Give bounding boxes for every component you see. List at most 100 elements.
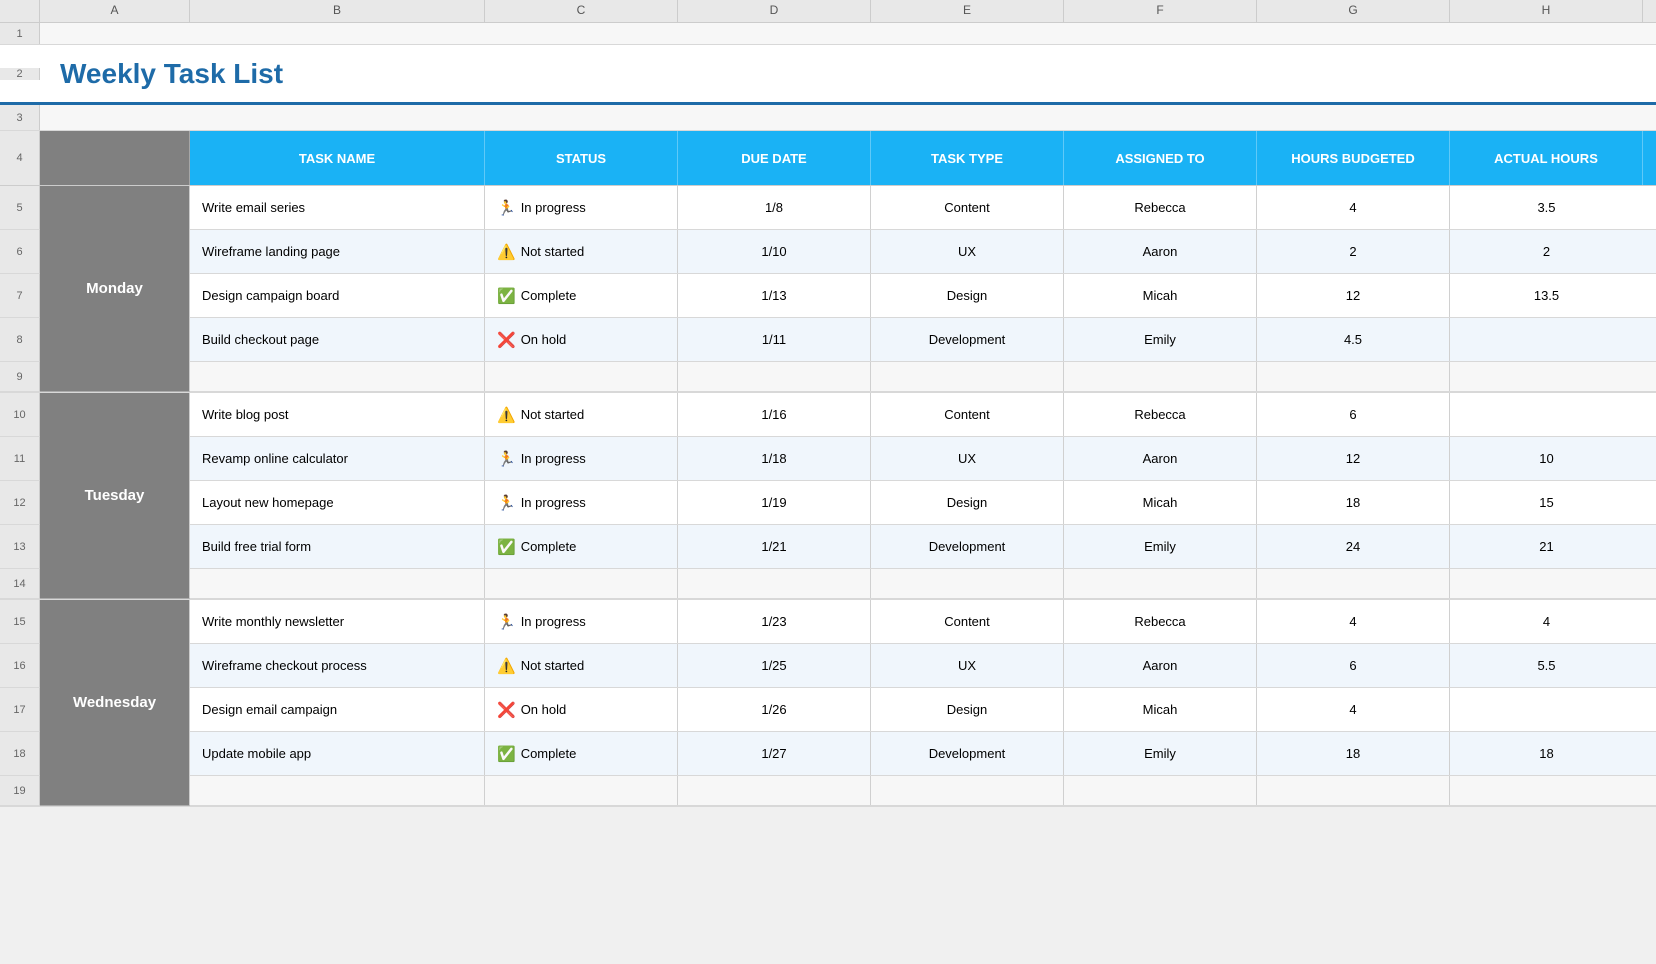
row-num-10: 10 — [0, 393, 40, 437]
status-cell: ⚠️Not started — [485, 230, 678, 273]
empty-cell — [190, 362, 485, 391]
status-text: Complete — [521, 288, 577, 303]
task-name-cell: Write blog post — [190, 393, 485, 436]
status-text: In progress — [521, 614, 586, 629]
status-text: On hold — [521, 702, 567, 717]
empty-cell — [485, 776, 678, 805]
due-date-cell: 1/8 — [678, 186, 871, 229]
actual-hours-cell — [1450, 318, 1643, 361]
task-row-12: Layout new homepage🏃In progress1/19Desig… — [190, 481, 1656, 525]
status-icon: ⚠️ — [497, 406, 516, 424]
hours-budgeted-cell: 18 — [1257, 732, 1450, 775]
empty-row-14 — [190, 569, 1656, 599]
day-group-tuesday: 1011121314TuesdayWrite blog post ⚠️ Not st… — [0, 393, 1656, 600]
task-type-cell: Design — [871, 481, 1064, 524]
col-header-d: D — [678, 0, 871, 22]
day-label-monday: Monday — [40, 186, 190, 392]
assigned-to-cell: Rebecca — [1064, 186, 1257, 229]
assigned-to-cell: Rebecca — [1064, 600, 1257, 643]
empty-cell — [678, 569, 871, 598]
header-status: STATUS — [485, 131, 678, 185]
status-cell: 🏃 In progress — [485, 481, 678, 524]
page-title: Weekly Task List — [40, 58, 283, 90]
task-name-cell: Write monthly newsletter — [190, 600, 485, 643]
row-num-12: 12 — [0, 481, 40, 525]
task-type-cell: Development — [871, 318, 1064, 361]
assigned-to-cell: Aaron — [1064, 230, 1257, 273]
assigned-to-cell: Micah — [1064, 688, 1257, 731]
row-num-2: 2 — [0, 68, 40, 80]
status-icon: 🏃 — [497, 494, 516, 512]
status-cell: 🏃 In progress — [485, 600, 678, 643]
day-groups-container: 56789MondayWrite email series🏃In progres… — [0, 186, 1656, 807]
actual-hours-cell: 10 — [1450, 437, 1643, 480]
task-type-cell: UX — [871, 644, 1064, 687]
actual-hours-cell: 15 — [1450, 481, 1643, 524]
task-type-cell: Development — [871, 732, 1064, 775]
row-num-15: 15 — [0, 600, 40, 644]
assigned-to-cell: Aaron — [1064, 644, 1257, 687]
empty-cell — [871, 569, 1064, 598]
hours-budgeted-cell: 4 — [1257, 688, 1450, 731]
status-icon: ✅ — [497, 287, 516, 305]
task-type-cell: Content — [871, 186, 1064, 229]
status-icon: ⚠️ — [497, 657, 516, 675]
assigned-to-cell: Emily — [1064, 525, 1257, 568]
empty-row-9 — [190, 362, 1656, 392]
tasks-col-tuesday: Write blog post⚠️Not started1/16ContentR… — [190, 393, 1656, 599]
status-text: In progress — [521, 451, 586, 466]
task-row-11: Revamp online calculator🏃In progress1/18… — [190, 437, 1656, 481]
due-date-cell: 1/27 — [678, 732, 871, 775]
task-row-6: Wireframe landing page⚠️Not started1/10U… — [190, 230, 1656, 274]
status-icon: 🏃 — [497, 199, 516, 217]
status-text: In progress — [521, 495, 586, 510]
day-label-tuesday: Tuesday — [40, 393, 190, 599]
row-num-14: 14 — [0, 569, 40, 599]
due-date-cell: 1/16 — [678, 393, 871, 436]
status-icon: ✅ — [497, 745, 516, 763]
due-date-cell: 1/25 — [678, 644, 871, 687]
task-name-cell: Revamp online calculator — [190, 437, 485, 480]
task-name-cell: Layout new homepage — [190, 481, 485, 524]
col-header-c: C — [485, 0, 678, 22]
hours-budgeted-cell: 12 — [1257, 274, 1450, 317]
status-icon: 🏃 — [497, 613, 516, 631]
row-num-6: 6 — [0, 230, 40, 274]
assigned-to-cell: Micah — [1064, 274, 1257, 317]
title-row: 2 Weekly Task List — [0, 45, 1656, 105]
row-num-17: 17 — [0, 688, 40, 732]
task-row-7: Design campaign board ✅ Complete 1/13Design… — [190, 274, 1656, 318]
hours-budgeted-cell: 6 — [1257, 393, 1450, 436]
assigned-to-cell: Emily — [1064, 732, 1257, 775]
hours-budgeted-cell: 4 — [1257, 186, 1450, 229]
empty-cell — [485, 362, 678, 391]
spreadsheet-outer: A B C D E F G H 1 2 Weekly Task List 3 4… — [0, 0, 1656, 807]
row-num-col: 1011121314 — [0, 393, 40, 599]
assigned-to-cell: Rebecca — [1064, 393, 1257, 436]
status-cell: ❌On hold — [485, 318, 678, 361]
task-type-cell: Design — [871, 274, 1064, 317]
task-row-17: Design email campaign❌On hold1/26DesignM… — [190, 688, 1656, 732]
row-3: 3 — [0, 105, 1656, 131]
task-type-cell: Development — [871, 525, 1064, 568]
empty-cell — [485, 569, 678, 598]
header-task-name: TASK NAME — [190, 131, 485, 185]
tasks-col-wednesday: Write monthly newsletter🏃In progress1/23… — [190, 600, 1656, 806]
task-name-cell: Design email campaign — [190, 688, 485, 731]
col-headers-row: A B C D E F G H — [0, 0, 1656, 23]
row-num-col: 56789 — [0, 186, 40, 392]
status-text: Not started — [521, 407, 585, 422]
due-date-cell: 1/13 — [678, 274, 871, 317]
header-actual-hours: ACTUAL HOURS — [1450, 131, 1643, 185]
task-name-cell: Design campaign board — [190, 274, 485, 317]
task-type-cell: UX — [871, 230, 1064, 273]
assigned-to-cell: Emily — [1064, 318, 1257, 361]
day-group-monday: 56789MondayWrite email series🏃In progres… — [0, 186, 1656, 393]
row-num-11: 11 — [0, 437, 40, 481]
status-cell: ⚠️Not started — [485, 644, 678, 687]
actual-hours-cell — [1450, 393, 1643, 436]
due-date-cell: 1/26 — [678, 688, 871, 731]
task-name-cell: Build free trial form — [190, 525, 485, 568]
tasks-col-monday: Write email series🏃In progress1/8Content… — [190, 186, 1656, 392]
day-label-wednesday: Wednesday — [40, 600, 190, 806]
